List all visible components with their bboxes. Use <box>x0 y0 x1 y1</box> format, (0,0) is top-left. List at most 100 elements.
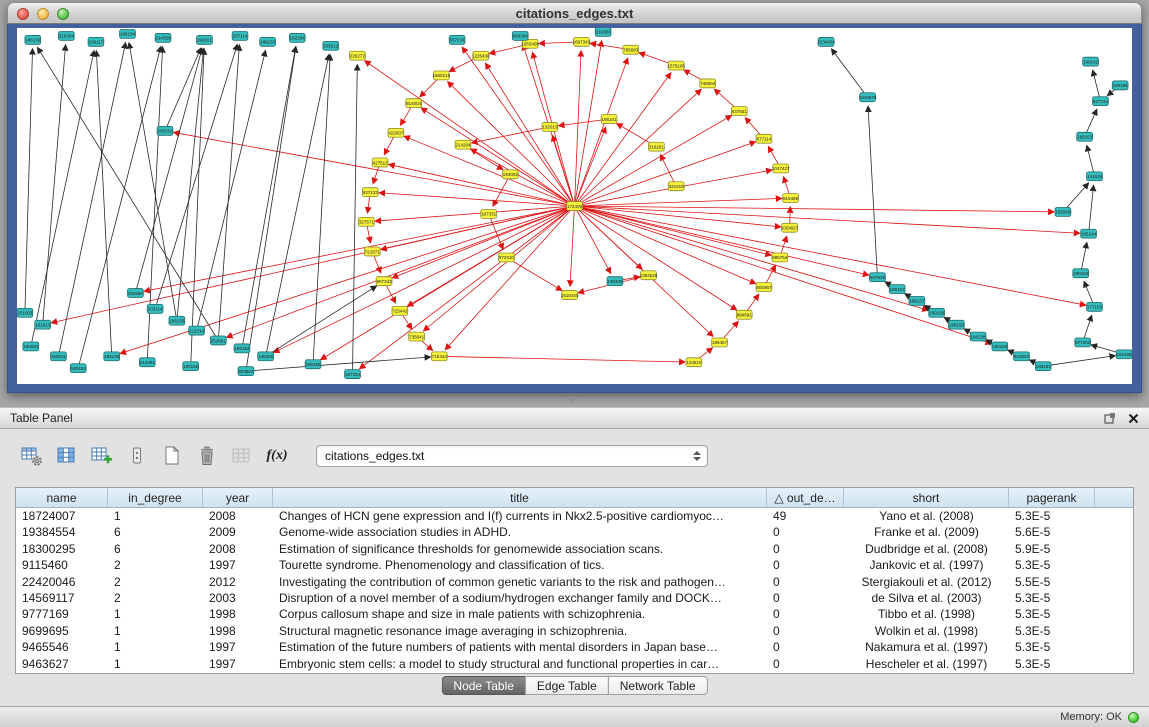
column-header-in_degree[interactable]: in_degree <box>108 488 203 507</box>
table-row[interactable]: 911546021997Tourette syndrome. Phenomeno… <box>16 557 1133 573</box>
cell-in_degree: 1 <box>108 656 203 672</box>
table-row[interactable]: 977716911998Corpus callosum shape and si… <box>16 606 1133 622</box>
table-selector-dropdown[interactable]: citations_edges.txt <box>316 445 708 467</box>
table-row[interactable]: 1938455462009Genome-wide association stu… <box>16 524 1133 540</box>
graph-node-label: 211314 <box>189 328 204 333</box>
panel-splitter-grip[interactable] <box>566 397 578 403</box>
table-row[interactable]: 1456911722003Disruption of a novel membe… <box>16 590 1133 606</box>
cell-name: 9699695 <box>16 623 108 639</box>
graph-node-label: 1697343 <box>573 40 591 45</box>
zoom-window-button[interactable] <box>57 8 69 20</box>
graph-node-label: 877114 <box>757 137 772 142</box>
graph-node-label: 150531 <box>51 354 67 359</box>
graph-node-label: 214204 <box>455 142 471 147</box>
cell-out: 0 <box>767 623 844 639</box>
cell-title: Genome-wide association studies in ADHD. <box>273 524 767 540</box>
table-row[interactable]: 946554611997Estimation of the future num… <box>16 639 1133 655</box>
window-titlebar: citations_edges.txt <box>7 2 1142 24</box>
cell-in_degree: 1 <box>108 606 203 622</box>
table-mode-icon[interactable] <box>20 444 44 468</box>
graph-node-label: 135345 <box>607 279 623 284</box>
graph-node-label: 190163 <box>1077 135 1093 140</box>
graph-node-label: 251003 <box>17 311 33 316</box>
graph-node-label: 327571 <box>359 220 375 225</box>
graph-node-label: 1860216 <box>432 73 450 78</box>
network-view-window: citations_edges.txt 17240912254301055408… <box>7 2 1142 393</box>
network-graph[interactable]: 1724091225430105540816973437850831575105… <box>17 28 1132 384</box>
column-header-pagerank[interactable]: pagerank <box>1009 488 1095 507</box>
table-row[interactable]: 2242004622012Investigating the contribut… <box>16 574 1133 590</box>
graph-node-label: 207114 <box>233 34 248 39</box>
cell-title: Embryonic stem cells: a model to study s… <box>273 656 767 672</box>
minimize-window-button[interactable] <box>37 8 49 20</box>
graph-node-label: 1047427 <box>772 166 790 171</box>
cell-short: de Silva et al. (2003) <box>844 590 1009 606</box>
cell-short: Dudbridge et al. (2008) <box>844 541 1009 557</box>
tab-edge-table[interactable]: Edge Table <box>525 676 609 695</box>
graph-node-label: 907343 <box>377 279 393 284</box>
graph-node-label: 205315 <box>157 129 173 134</box>
create-column-icon[interactable] <box>90 444 114 468</box>
column-header-short[interactable]: short <box>844 488 1009 507</box>
delete-table-icon[interactable] <box>195 444 219 468</box>
table-panel-title: Table Panel <box>10 411 73 425</box>
new-file-icon[interactable] <box>160 444 184 468</box>
graph-node-label: 1054927 <box>781 226 799 231</box>
cell-in_degree: 1 <box>108 623 203 639</box>
table-panel-header: Table Panel <box>0 408 1149 429</box>
graph-node-label: 715344 <box>432 354 448 359</box>
delete-column-icon[interactable] <box>125 444 149 468</box>
graph-node-label: 725442 <box>392 309 408 314</box>
column-header-out[interactable]: △ out_de… <box>767 488 844 507</box>
show-columns-icon[interactable] <box>55 444 79 468</box>
status-bar: Memory: OK <box>0 706 1149 727</box>
cell-year: 1998 <box>203 623 273 639</box>
graph-node-label: 814004 <box>406 101 422 106</box>
network-canvas[interactable]: 1724091225430105540816973437850831575105… <box>17 28 1132 384</box>
tab-network-table[interactable]: Network Table <box>608 676 708 695</box>
cell-out: 0 <box>767 606 844 622</box>
cell-name: 18724007 <box>16 508 108 524</box>
graph-node-label: 186136 <box>104 354 120 359</box>
graph-node-label: 181913 <box>35 322 51 327</box>
table-body: 1872400712008Changes of HCN gene express… <box>16 508 1133 672</box>
cell-year: 2009 <box>203 524 273 540</box>
cell-year: 2008 <box>203 508 273 524</box>
graph-node-label: 252660 <box>128 291 144 296</box>
cell-out: 0 <box>767 557 844 573</box>
table-row[interactable]: 1830029562008Estimation of significance … <box>16 541 1133 557</box>
cell-short: Wolkin et al. (1998) <box>844 623 1009 639</box>
graph-node-label: 1225430 <box>472 53 490 58</box>
graph-node-label: 422007 <box>388 131 404 136</box>
tab-node-table[interactable]: Node Table <box>441 676 526 695</box>
graph-node-label: 186132 <box>25 38 41 43</box>
graph-node-label: 2134404 <box>817 40 835 45</box>
cell-in_degree: 2 <box>108 590 203 606</box>
close-window-button[interactable] <box>17 8 29 20</box>
graph-node-label: 785083 <box>623 48 639 53</box>
table-row[interactable]: 1872400712008Changes of HCN gene express… <box>16 508 1133 524</box>
table-row[interactable]: 969969511998Structural magnetic resonanc… <box>16 623 1133 639</box>
column-header-name[interactable]: name <box>16 488 108 507</box>
column-header-year[interactable]: year <box>203 488 273 507</box>
cell-pagerank: 5.3E-5 <box>1009 656 1095 672</box>
graph-node-label: 637551 <box>732 109 748 114</box>
cell-title: Corpus callosum shape and size in male p… <box>273 606 767 622</box>
graph-node-label: 186134 <box>120 32 136 37</box>
column-header-filler <box>1095 488 1133 507</box>
table-row[interactable]: 946362711997Embryonic stem cells: a mode… <box>16 656 1133 672</box>
function-builder-icon[interactable]: f(x) <box>265 444 289 468</box>
cell-title: Estimation of significance thresholds fo… <box>273 541 767 557</box>
cell-pagerank: 5.3E-5 <box>1009 623 1095 639</box>
column-header-title[interactable]: title <box>273 488 767 507</box>
cell-short: Hescheler et al. (1997) <box>844 656 1009 672</box>
float-panel-icon[interactable] <box>1104 412 1116 424</box>
graph-node-label: 1055408 <box>521 42 539 47</box>
graph-node-label: 214351 <box>140 360 156 365</box>
cell-year: 2008 <box>203 541 273 557</box>
cell-short: Franke et al. (2009) <box>844 524 1009 540</box>
cell-name: 9463627 <box>16 656 108 672</box>
cell-out: 0 <box>767 524 844 540</box>
graph-node-label: 214350 <box>155 36 171 41</box>
close-panel-icon[interactable] <box>1128 413 1139 424</box>
